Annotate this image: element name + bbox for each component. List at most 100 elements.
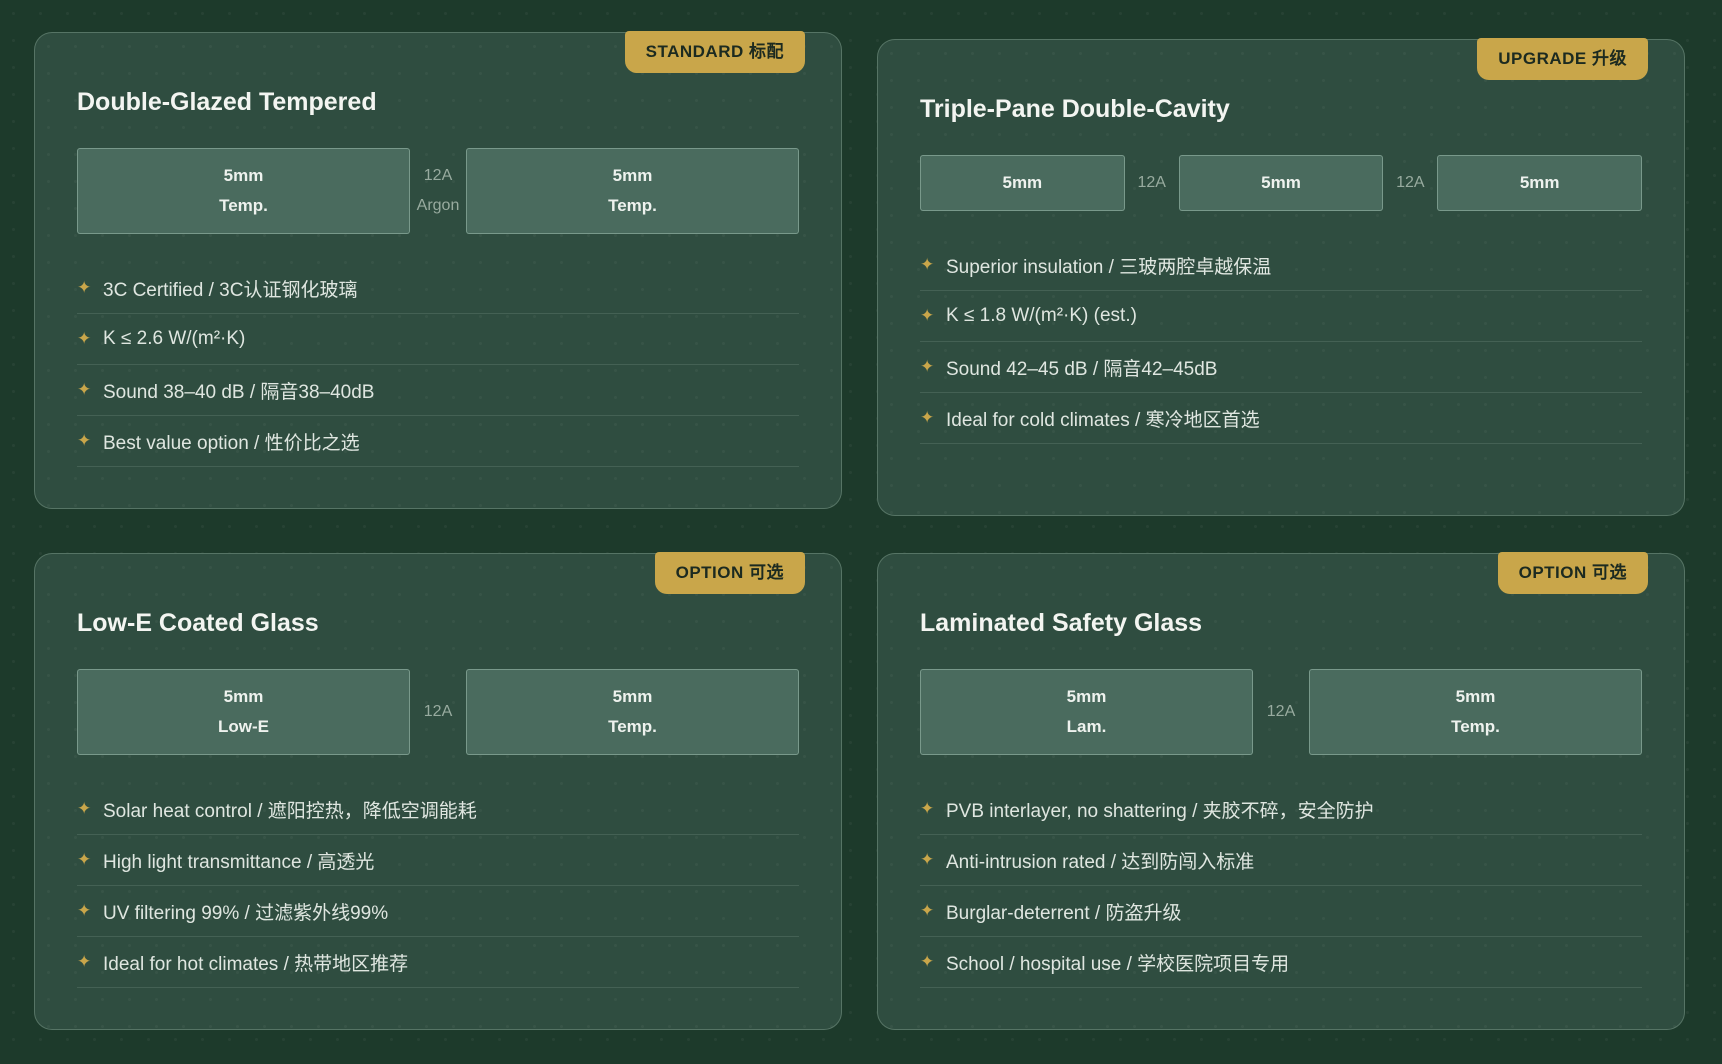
- feature-text: K ≤ 2.6 W/(m²·K): [103, 328, 246, 349]
- four-point-star-icon: ✦: [920, 255, 935, 274]
- feature-item: ✦ Sound 38–40 dB / 隔音38–40dB: [77, 365, 799, 416]
- pane-thickness: 5mm: [612, 687, 653, 706]
- gap-width: 12A: [1266, 703, 1296, 720]
- feature-item: ✦ High light transmittance / 高透光: [77, 835, 799, 886]
- glass-pane: 5mm Temp.: [466, 148, 799, 234]
- glass-pane: 5mm: [1178, 155, 1384, 211]
- glass-pane: 5mm: [920, 155, 1125, 211]
- gap-width: 12A: [423, 167, 453, 184]
- feature-text: Superior insulation / 三玻两腔卓越保温: [946, 256, 1272, 278]
- feature-text: Solar heat control / 遮阳控热，降低空调能耗: [103, 800, 477, 822]
- four-point-star-icon: ✦: [77, 431, 92, 450]
- feature-text: Sound 42–45 dB / 隔音42–45dB: [946, 358, 1218, 380]
- feature-item: ✦ K ≤ 1.8 W/(m²·K) (est.): [920, 291, 1642, 342]
- feature-item: ✦ Superior insulation / 三玻两腔卓越保温: [920, 240, 1642, 291]
- card-badge: STANDARD 标配: [624, 31, 805, 73]
- air-gap: 12A Argon: [410, 148, 466, 234]
- four-point-star-icon: ✦: [920, 357, 935, 376]
- four-point-star-icon: ✦: [920, 306, 935, 325]
- four-point-star-icon: ✦: [920, 799, 935, 818]
- gap-width: 12A: [1137, 174, 1166, 191]
- pane-type: Temp.: [1451, 717, 1500, 736]
- feature-item: ✦ 3C Certified / 3C认证钢化玻璃: [77, 263, 799, 314]
- feature-text: Ideal for cold climates / 寒冷地区首选: [946, 409, 1260, 431]
- feature-text: Sound 38–40 dB / 隔音38–40dB: [103, 381, 375, 403]
- feature-text: 3C Certified / 3C认证钢化玻璃: [103, 279, 358, 301]
- pane-thickness: 5mm: [1455, 687, 1496, 706]
- pane-type: Lam.: [1066, 717, 1107, 736]
- feature-text: Anti-intrusion rated / 达到防闯入标准: [946, 851, 1255, 873]
- feature-text: K ≤ 1.8 W/(m²·K) (est.): [946, 305, 1137, 326]
- four-point-star-icon: ✦: [77, 278, 92, 297]
- four-point-star-icon: ✦: [77, 850, 92, 869]
- four-point-star-icon: ✦: [920, 850, 935, 869]
- pane-thickness: 5mm: [1519, 173, 1560, 192]
- card-title: Triple-Pane Double-Cavity: [920, 95, 1230, 123]
- glass-pane: 5mm Temp.: [77, 148, 410, 234]
- feature-text: High light transmittance / 高透光: [103, 851, 375, 873]
- glass-card-low-e: OPTION 可选 Low-E Coated Glass 5mm Low-E 1…: [34, 552, 842, 1030]
- feature-list: ✦ Superior insulation / 三玻两腔卓越保温 ✦ K ≤ 1.8…: [920, 240, 1642, 444]
- feature-item: ✦ Solar heat control / 遮阳控热，降低空调能耗: [77, 784, 799, 835]
- pane-type: Low-E: [218, 717, 269, 736]
- feature-item: ✦ Burglar-deterrent / 防盗升级: [920, 886, 1642, 937]
- card-title: Double-Glazed Tempered: [77, 88, 377, 116]
- pane-type: Temp.: [608, 717, 657, 736]
- four-point-star-icon: ✦: [77, 799, 92, 818]
- feature-text: PVB interlayer, no shattering / 夹胶不碎，安全防…: [946, 800, 1374, 822]
- glass-pane: 5mm Temp.: [1309, 669, 1642, 755]
- feature-text: Ideal for hot climates / 热带地区推荐: [103, 953, 409, 975]
- four-point-star-icon: ✦: [77, 952, 92, 971]
- four-point-star-icon: ✦: [77, 329, 92, 348]
- four-point-star-icon: ✦: [920, 408, 935, 427]
- glass-pane: 5mm: [1437, 155, 1643, 211]
- card-title: Laminated Safety Glass: [920, 609, 1203, 637]
- feature-item: ✦ Sound 42–45 dB / 隔音42–45dB: [920, 342, 1642, 393]
- four-point-star-icon: ✦: [77, 901, 92, 920]
- four-point-star-icon: ✦: [920, 901, 935, 920]
- feature-list: ✦ PVB interlayer, no shattering / 夹胶不碎，安全…: [920, 784, 1642, 988]
- feature-item: ✦ K ≤ 2.6 W/(m²·K): [77, 314, 799, 365]
- glass-pane-diagram: 5mm 12A 5mm 12A 5mm: [920, 155, 1643, 211]
- feature-text: UV filtering 99% / 过滤紫外线99%: [103, 902, 389, 924]
- feature-text: School / hospital use / 学校医院项目专用: [946, 953, 1290, 975]
- pane-thickness: 5mm: [1066, 687, 1107, 706]
- pane-thickness: 5mm: [1261, 173, 1301, 192]
- feature-list: ✦ 3C Certified / 3C认证钢化玻璃 ✦ K ≤ 2.6 W/(m²·…: [77, 263, 799, 467]
- feature-item: ✦ Ideal for hot climates / 热带地区推荐: [77, 937, 799, 988]
- pane-thickness: 5mm: [1002, 173, 1043, 192]
- glass-pane: 5mm Lam.: [920, 669, 1253, 755]
- feature-item: ✦ Best value option / 性价比之选: [77, 416, 799, 467]
- feature-text: Burglar-deterrent / 防盗升级: [946, 902, 1182, 924]
- feature-item: ✦ UV filtering 99% / 过滤紫外线99%: [77, 886, 799, 937]
- air-gap: 12A: [1253, 669, 1309, 755]
- card-badge: UPGRADE 升级: [1477, 38, 1648, 80]
- four-point-star-icon: ✦: [920, 952, 935, 971]
- air-gap: 12A: [1125, 155, 1179, 211]
- glass-pane-diagram: 5mm Lam. 12A 5mm Temp.: [920, 669, 1642, 755]
- glass-pane: 5mm Low-E: [77, 669, 410, 755]
- card-title: Low-E Coated Glass: [77, 609, 319, 637]
- air-gap: 12A: [1383, 155, 1437, 211]
- pane-thickness: 5mm: [223, 166, 264, 185]
- glass-card-triple-pane: UPGRADE 升级 Triple-Pane Double-Cavity 5mm…: [877, 38, 1685, 516]
- gap-width: 12A: [423, 703, 453, 720]
- glass-card-laminated: OPTION 可选 Laminated Safety Glass 5mm Lam…: [877, 552, 1685, 1030]
- glass-pane-diagram: 5mm Low-E 12A 5mm Temp.: [77, 669, 799, 755]
- air-gap: 12A: [410, 669, 466, 755]
- feature-text: Best value option / 性价比之选: [103, 432, 360, 454]
- feature-list: ✦ Solar heat control / 遮阳控热，降低空调能耗 ✦ High …: [77, 784, 799, 988]
- gap-width: 12A: [1396, 174, 1425, 191]
- pane-thickness: 5mm: [612, 166, 653, 185]
- pane-type: Temp.: [608, 196, 657, 215]
- pane-type: Temp.: [219, 196, 268, 215]
- glass-card-double-glazed: STANDARD 标配 Double-Glazed Tempered 5mm T…: [34, 31, 842, 509]
- glass-pane: 5mm Temp.: [466, 669, 799, 755]
- pane-thickness: 5mm: [223, 687, 264, 706]
- glass-pane-diagram: 5mm Temp. 12A Argon 5mm Temp.: [77, 148, 799, 234]
- feature-item: ✦ Ideal for cold climates / 寒冷地区首选: [920, 393, 1642, 444]
- gap-fill: Argon: [416, 197, 460, 214]
- feature-item: ✦ Anti-intrusion rated / 达到防闯入标准: [920, 835, 1642, 886]
- four-point-star-icon: ✦: [77, 380, 92, 399]
- feature-item: ✦ School / hospital use / 学校医院项目专用: [920, 937, 1642, 988]
